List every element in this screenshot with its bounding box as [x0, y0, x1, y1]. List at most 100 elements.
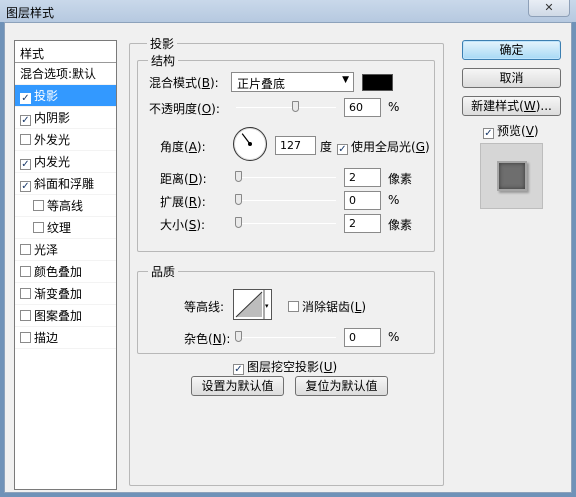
style-item-label: 斜面和浮雕 — [34, 177, 95, 191]
size-slider[interactable] — [236, 223, 336, 224]
blend-mode-select[interactable]: 正片叠底 ▼ — [231, 72, 354, 92]
angle-needle-icon — [241, 133, 252, 146]
global-light-checkbox[interactable]: 使用全局光(G) — [337, 138, 430, 155]
style-item-checkbox[interactable] — [20, 181, 31, 192]
blend-mode-label: 混合模式(B): — [149, 76, 219, 90]
style-item-label: 投影 — [34, 89, 59, 103]
style-item-label: 图案叠加 — [34, 309, 83, 323]
style-list-item[interactable]: 纹理 — [15, 217, 116, 239]
opacity-label: 不透明度(O): — [149, 102, 220, 116]
distance-slider[interactable] — [236, 177, 336, 178]
style-list-items: 混合选项:默认投影内阴影外发光内发光斜面和浮雕等高线纹理光泽颜色叠加渐变叠加图案… — [15, 63, 116, 349]
panel-title: 投影 — [147, 35, 178, 52]
style-list-item[interactable]: 渐变叠加 — [15, 283, 116, 305]
distance-label: 距离(D): — [160, 172, 207, 186]
quality-group: 品质 等高线: ▾ 消除锯齿(L) 杂色(N): 0 % — [137, 263, 435, 354]
title-bar: 图层样式 ✕ — [0, 0, 576, 22]
spread-slider-thumb[interactable] — [235, 194, 242, 205]
noise-label: 杂色(N): — [184, 332, 231, 346]
style-list-item[interactable]: 斜面和浮雕 — [15, 173, 116, 195]
style-item-checkbox[interactable] — [33, 200, 44, 211]
svg-text:▾: ▾ — [265, 302, 269, 310]
shadow-color-swatch[interactable] — [362, 74, 393, 91]
angle-label: 角度(A): — [160, 140, 206, 154]
style-item-label: 光泽 — [34, 243, 59, 257]
style-item-checkbox[interactable] — [20, 134, 31, 145]
opacity-slider-thumb[interactable] — [292, 101, 299, 112]
drop-shadow-panel: 投影 结构 混合模式(B): 正片叠底 ▼ 不透明度(O): 60 % 角度(A… — [129, 35, 444, 486]
style-list: 样式 混合选项:默认投影内阴影外发光内发光斜面和浮雕等高线纹理光泽颜色叠加渐变叠… — [14, 40, 117, 490]
style-list-item[interactable]: 内阴影 — [15, 107, 116, 129]
antialias-check[interactable] — [288, 301, 299, 312]
preview-check[interactable] — [483, 128, 494, 139]
contour-picker[interactable]: ▾ — [233, 289, 272, 320]
style-item-label: 内发光 — [34, 155, 71, 169]
style-list-item[interactable]: 颜色叠加 — [15, 261, 116, 283]
knockout-check[interactable] — [233, 364, 244, 375]
cancel-button[interactable]: 取消 — [462, 68, 561, 88]
opacity-input[interactable]: 60 — [344, 98, 381, 117]
style-preview — [480, 143, 543, 209]
style-item-checkbox[interactable] — [20, 288, 31, 299]
chevron-down-icon: ▼ — [342, 75, 349, 85]
style-item-checkbox[interactable] — [20, 93, 31, 104]
size-input[interactable]: 2 — [344, 214, 381, 233]
style-list-header[interactable]: 样式 — [15, 41, 116, 63]
spread-slider[interactable] — [236, 200, 336, 201]
style-list-item[interactable]: 投影 — [15, 85, 116, 107]
style-item-label: 内阴影 — [34, 111, 71, 125]
opacity-slider[interactable] — [236, 107, 336, 108]
set-default-button[interactable]: 设置为默认值 — [191, 376, 284, 396]
distance-slider-thumb[interactable] — [235, 171, 242, 182]
noise-slider[interactable] — [236, 337, 336, 338]
quality-legend: 品质 — [148, 263, 179, 280]
preview-checkbox[interactable]: 预览(V) — [483, 122, 539, 139]
style-list-item[interactable]: 外发光 — [15, 129, 116, 151]
style-item-checkbox[interactable] — [20, 332, 31, 343]
distance-unit: 像素 — [388, 172, 413, 186]
knockout-checkbox[interactable]: 图层挖空投影(U) — [233, 358, 337, 375]
style-item-checkbox[interactable] — [20, 115, 31, 126]
style-item-checkbox[interactable] — [20, 310, 31, 321]
style-item-checkbox[interactable] — [20, 159, 31, 170]
opacity-unit: % — [388, 100, 400, 114]
angle-input[interactable]: 127 — [275, 136, 316, 155]
angle-unit: 度 — [320, 140, 333, 154]
noise-input[interactable]: 0 — [344, 328, 381, 347]
structure-legend: 结构 — [148, 52, 179, 69]
style-item-label: 混合选项:默认 — [20, 67, 97, 81]
contour-curve-icon: ▾ — [235, 290, 269, 319]
global-light-check[interactable] — [337, 144, 348, 155]
noise-unit: % — [388, 330, 400, 344]
spread-label: 扩展(R): — [160, 195, 206, 209]
style-item-label: 纹理 — [47, 221, 72, 235]
style-list-item[interactable]: 描边 — [15, 327, 116, 349]
style-item-label: 等高线 — [47, 199, 84, 213]
contour-label: 等高线: — [184, 300, 225, 314]
structure-group: 结构 混合模式(B): 正片叠底 ▼ 不透明度(O): 60 % 角度(A): … — [137, 52, 435, 252]
style-item-label: 颜色叠加 — [34, 265, 83, 279]
distance-input[interactable]: 2 — [344, 168, 381, 187]
angle-dial[interactable] — [233, 127, 267, 161]
style-list-item[interactable]: 图案叠加 — [15, 305, 116, 327]
style-item-checkbox[interactable] — [20, 244, 31, 255]
style-list-item[interactable]: 等高线 — [15, 195, 116, 217]
style-list-item[interactable]: 混合选项:默认 — [15, 63, 116, 85]
close-button[interactable]: ✕ — [528, 0, 570, 17]
style-item-checkbox[interactable] — [33, 222, 44, 233]
style-item-label: 描边 — [34, 331, 59, 345]
noise-slider-thumb[interactable] — [235, 331, 242, 342]
size-slider-thumb[interactable] — [235, 217, 242, 228]
new-style-button[interactable]: 新建样式(W)... — [462, 96, 561, 116]
style-item-checkbox[interactable] — [20, 266, 31, 277]
style-item-label: 渐变叠加 — [34, 287, 83, 301]
style-preview-thumbnail — [497, 161, 527, 191]
style-list-item[interactable]: 光泽 — [15, 239, 116, 261]
reset-default-button[interactable]: 复位为默认值 — [295, 376, 388, 396]
spread-input[interactable]: 0 — [344, 191, 381, 210]
style-item-label: 外发光 — [34, 133, 71, 147]
ok-button[interactable]: 确定 — [462, 40, 561, 60]
style-list-item[interactable]: 内发光 — [15, 151, 116, 173]
window-title: 图层样式 — [6, 6, 55, 20]
antialias-checkbox[interactable]: 消除锯齿(L) — [288, 298, 366, 315]
